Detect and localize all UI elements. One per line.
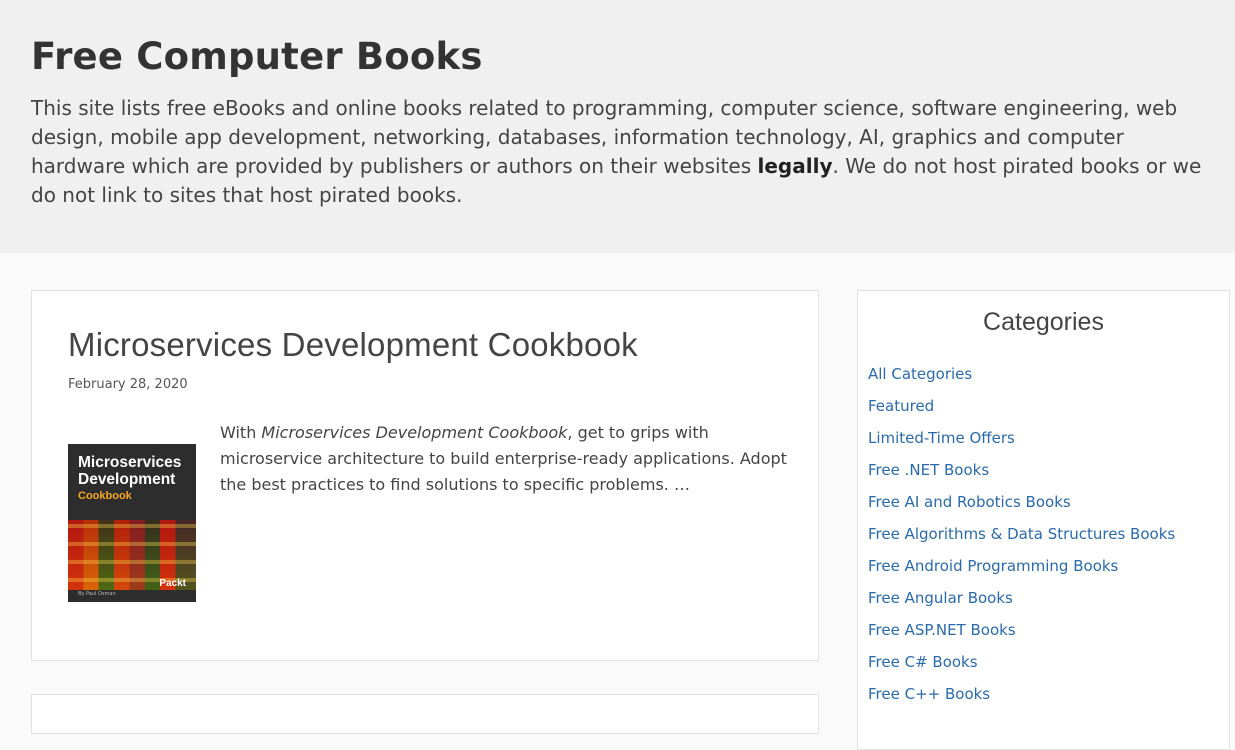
category-item: Free .NET Books xyxy=(868,460,1175,492)
category-link-angular[interactable]: Free Angular Books xyxy=(868,589,1013,607)
category-link-featured[interactable]: Featured xyxy=(868,397,934,415)
excerpt-book-title: Microservices Development Cookbook xyxy=(261,423,568,442)
next-post-card xyxy=(31,694,819,734)
category-link-dotnet[interactable]: Free .NET Books xyxy=(868,461,989,479)
book-cover-image[interactable]: Microservices Development Cookbook Packt… xyxy=(68,444,196,602)
category-item: Free Android Programming Books xyxy=(868,556,1175,588)
category-item: Free ASP.NET Books xyxy=(868,620,1175,652)
category-link-cpp[interactable]: Free C++ Books xyxy=(868,685,990,703)
post-date: February 28, 2020 xyxy=(68,377,188,392)
category-item: Free AI and Robotics Books xyxy=(868,492,1175,524)
categories-sidebar: Categories All Categories Featured Limit… xyxy=(857,290,1230,750)
post-excerpt: With Microservices Development Cookbook,… xyxy=(220,420,790,498)
category-item: Free Algorithms & Data Structures Books xyxy=(868,524,1175,556)
categories-heading: Categories xyxy=(983,308,1104,336)
category-item: Featured xyxy=(868,396,1175,428)
excerpt-prefix: With xyxy=(220,423,262,442)
cover-author: By Paul Osman xyxy=(78,591,116,597)
site-intro: This site lists free eBooks and online b… xyxy=(31,94,1211,210)
category-item: Limited-Time Offers xyxy=(868,428,1175,460)
category-item: Free Angular Books xyxy=(868,588,1175,620)
category-link-aspnet[interactable]: Free ASP.NET Books xyxy=(868,621,1016,639)
category-link-csharp[interactable]: Free C# Books xyxy=(868,653,978,671)
site-header: Free Computer Books This site lists free… xyxy=(0,0,1235,253)
intro-bold-legally: legally xyxy=(757,154,833,178)
category-list: All Categories Featured Limited-Time Off… xyxy=(868,364,1175,716)
main-content: Microservices Development Cookbook Febru… xyxy=(0,253,1235,750)
cover-subtitle: Cookbook xyxy=(78,490,132,502)
category-link-all[interactable]: All Categories xyxy=(868,365,972,383)
post-card: Microservices Development Cookbook Febru… xyxy=(31,290,819,661)
category-link-android[interactable]: Free Android Programming Books xyxy=(868,557,1118,575)
post-title[interactable]: Microservices Development Cookbook xyxy=(68,325,638,365)
category-link-algorithms[interactable]: Free Algorithms & Data Structures Books xyxy=(868,525,1175,543)
category-link-ai-robotics[interactable]: Free AI and Robotics Books xyxy=(868,493,1071,511)
publisher-logo: Packt xyxy=(159,578,186,589)
category-item: Free C# Books xyxy=(868,652,1175,684)
site-title[interactable]: Free Computer Books xyxy=(31,34,1204,80)
category-item: Free C++ Books xyxy=(868,684,1175,716)
cover-title: Microservices Development xyxy=(78,454,182,488)
category-link-limited-time[interactable]: Limited-Time Offers xyxy=(868,429,1015,447)
category-item: All Categories xyxy=(868,364,1175,396)
